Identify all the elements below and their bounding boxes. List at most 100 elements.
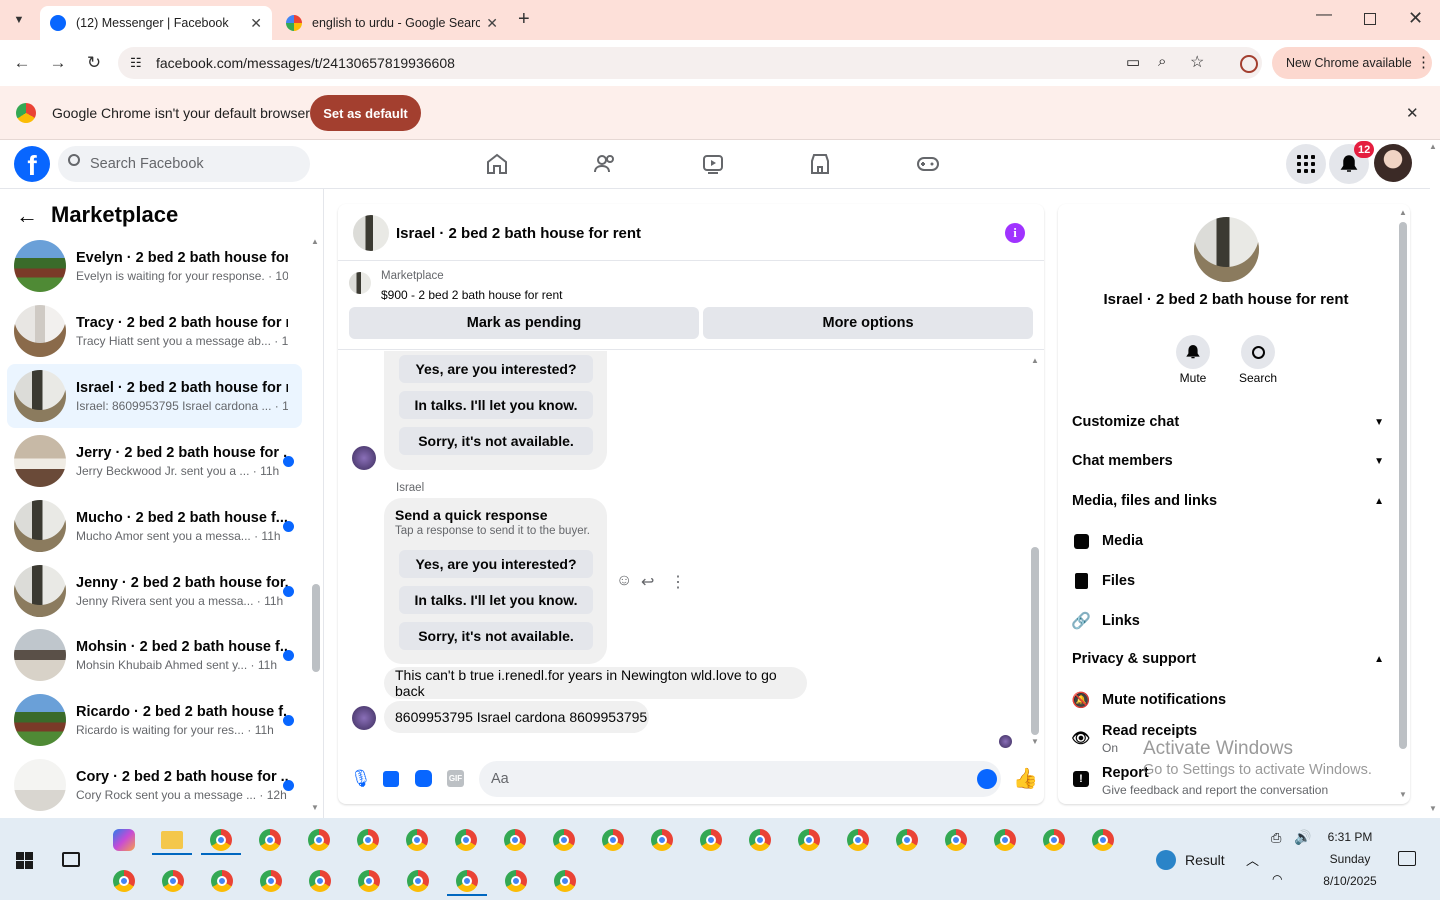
react-emoji-icon[interactable]: ☺ — [616, 572, 632, 590]
clock-day[interactable]: Sunday — [1308, 852, 1392, 866]
message-input[interactable]: Aa — [479, 761, 1001, 797]
close-window-icon[interactable]: ✕ — [1408, 8, 1423, 29]
chrome-taskbar-icon[interactable] — [798, 829, 820, 851]
message-bubble[interactable]: This can't b true i.renedl.for years in … — [384, 667, 807, 699]
menu-grid-icon[interactable] — [1286, 144, 1326, 184]
chat-avatar[interactable] — [353, 215, 389, 251]
sender-avatar[interactable] — [352, 706, 376, 730]
chrome-taskbar-icon[interactable] — [358, 870, 380, 892]
conversation-item[interactable]: Evelyn · 2 bed 2 bath house for ... Evely… — [7, 234, 302, 298]
video-icon[interactable] — [698, 150, 728, 178]
chrome-taskbar-icon[interactable] — [504, 829, 526, 851]
listing-thumb[interactable] — [349, 272, 371, 294]
maximize-icon[interactable] — [1364, 13, 1376, 25]
search-conversation-button[interactable] — [1241, 335, 1275, 369]
site-info-icon[interactable]: ☷ — [130, 55, 142, 71]
chrome-taskbar-icon[interactable] — [113, 870, 135, 892]
chrome-taskbar-icon[interactable] — [896, 829, 918, 851]
close-tab-icon[interactable]: ✕ — [250, 15, 262, 32]
set-as-default-button[interactable]: Set as default — [310, 95, 421, 131]
account-avatar[interactable] — [1374, 144, 1412, 182]
bookmark-star-icon[interactable]: ☆ — [1190, 52, 1204, 72]
reply-icon[interactable]: ↩ — [641, 572, 654, 592]
weather-label[interactable]: Result — [1185, 852, 1225, 868]
conversation-item[interactable]: Mucho · 2 bed 2 bath house f... Mucho Amo… — [7, 494, 302, 558]
chrome-taskbar-icon[interactable] — [945, 829, 967, 851]
media-item[interactable]: Media — [1072, 532, 1384, 550]
chrome-taskbar-icon[interactable] — [211, 870, 233, 892]
gif-icon[interactable]: GIF — [447, 770, 464, 787]
search-facebook-input[interactable]: Search Facebook — [58, 146, 310, 182]
menu-dots-icon[interactable]: ⋮ — [1416, 53, 1431, 71]
home-icon[interactable] — [482, 150, 512, 178]
network-icon[interactable]: ⎙ — [1271, 830, 1281, 846]
photo-icon[interactable] — [383, 771, 399, 787]
install-app-icon[interactable]: ▭ — [1126, 53, 1140, 71]
conversation-item[interactable]: Mohsin · 2 bed 2 bath house f... Mohsin K… — [7, 623, 302, 687]
tab-google-search[interactable]: english to urdu - Google Search ✕ — [276, 6, 508, 40]
address-bar[interactable]: ☷ facebook.com/messages/t/24130657819936… — [118, 47, 1262, 79]
chrome-taskbar-icon[interactable] — [162, 870, 184, 892]
conversation-item[interactable]: Jerry · 2 bed 2 bath house for ... Jerry … — [7, 429, 302, 493]
show-hidden-icons-icon[interactable]: ︿ — [1246, 850, 1259, 869]
conversation-item[interactable]: Cory · 2 bed 2 bath house for ... Cory Ro… — [7, 753, 302, 817]
quick-reply-button[interactable]: Yes, are you interested? — [399, 550, 593, 578]
mute-notifications-item[interactable]: 🔕 Mute notifications — [1072, 691, 1384, 709]
scroll-up-icon[interactable]: ▲ — [1031, 356, 1039, 365]
chrome-taskbar-icon[interactable] — [406, 829, 428, 851]
thumbs-up-icon[interactable]: 👍 — [1013, 766, 1038, 791]
chrome-taskbar-icon[interactable] — [259, 829, 281, 851]
chrome-taskbar-icon[interactable] — [847, 829, 869, 851]
chat-scrollbar[interactable] — [1031, 547, 1039, 735]
chrome-taskbar-icon[interactable] — [554, 870, 576, 892]
quick-reply-button[interactable]: In talks. I'll let you know. — [399, 586, 593, 614]
notification-center-icon[interactable] — [1398, 851, 1416, 866]
files-item[interactable]: Files — [1072, 572, 1384, 590]
message-bubble[interactable]: 8609953795 Israel cardona 8609953795 — [384, 701, 649, 733]
clock-time[interactable]: 6:31 PM — [1308, 830, 1392, 844]
new-tab-plus-icon[interactable]: + — [518, 8, 530, 31]
more-options-button[interactable]: More options — [703, 307, 1033, 339]
reload-icon[interactable]: ↻ — [83, 52, 105, 74]
new-chrome-available-button[interactable]: New Chrome available ⋮ — [1272, 47, 1432, 79]
chrome-taskbar-icon[interactable] — [260, 870, 282, 892]
scroll-up-icon[interactable]: ▲ — [311, 237, 319, 246]
weather-icon[interactable] — [1156, 850, 1176, 870]
marketplace-icon[interactable] — [805, 150, 835, 178]
tab-search-button[interactable]: ▼ — [8, 9, 30, 31]
scroll-down-icon[interactable]: ▼ — [311, 803, 319, 812]
page-scroll-down-icon[interactable]: ▼ — [1429, 804, 1437, 813]
mute-button[interactable] — [1176, 335, 1210, 369]
chrome-taskbar-icon[interactable] — [455, 829, 477, 851]
microphone-icon[interactable]: 🎙 — [350, 769, 372, 789]
chrome-taskbar-icon[interactable] — [357, 829, 379, 851]
chrome-taskbar-icon[interactable] — [309, 870, 331, 892]
chrome-taskbar-icon[interactable] — [994, 829, 1016, 851]
quick-reply-button[interactable]: Sorry, it's not available. — [399, 427, 593, 455]
chrome-taskbar-icon[interactable] — [456, 870, 478, 892]
friends-icon[interactable] — [590, 150, 620, 178]
quick-reply-button[interactable]: In talks. I'll let you know. — [399, 391, 593, 419]
close-tab-icon[interactable]: ✕ — [486, 15, 498, 32]
mark-as-pending-button[interactable]: Mark as pending — [349, 307, 699, 339]
scroll-down-icon[interactable]: ▼ — [1399, 790, 1407, 799]
windows-start-icon[interactable] — [16, 852, 33, 869]
sender-avatar[interactable] — [352, 446, 376, 470]
task-view-icon[interactable] — [62, 852, 80, 867]
scroll-up-icon[interactable]: ▲ — [1399, 208, 1407, 217]
conversation-item[interactable]: Tracy · 2 bed 2 bath house for re... Trac… — [7, 299, 302, 363]
back-arrow-icon[interactable]: ← — [16, 203, 38, 229]
wifi-icon[interactable]: ◠ — [1272, 872, 1282, 886]
sidebar-scrollbar[interactable] — [312, 584, 320, 672]
gaming-icon[interactable] — [913, 150, 943, 178]
emoji-icon[interactable] — [977, 769, 997, 789]
quick-reply-button[interactable]: Sorry, it's not available. — [399, 622, 593, 650]
more-actions-icon[interactable]: ⋮ — [670, 572, 686, 592]
conversation-item[interactable]: Ricardo · 2 bed 2 bath house f... Ricardo… — [7, 688, 302, 752]
copilot-icon[interactable] — [113, 829, 135, 851]
chrome-taskbar-icon[interactable] — [210, 829, 232, 851]
profile-icon[interactable] — [1240, 55, 1258, 73]
details-avatar[interactable] — [1194, 217, 1259, 282]
chat-title[interactable]: Israel · 2 bed 2 bath house for rent — [396, 225, 641, 242]
info-icon[interactable]: i — [1005, 223, 1025, 243]
